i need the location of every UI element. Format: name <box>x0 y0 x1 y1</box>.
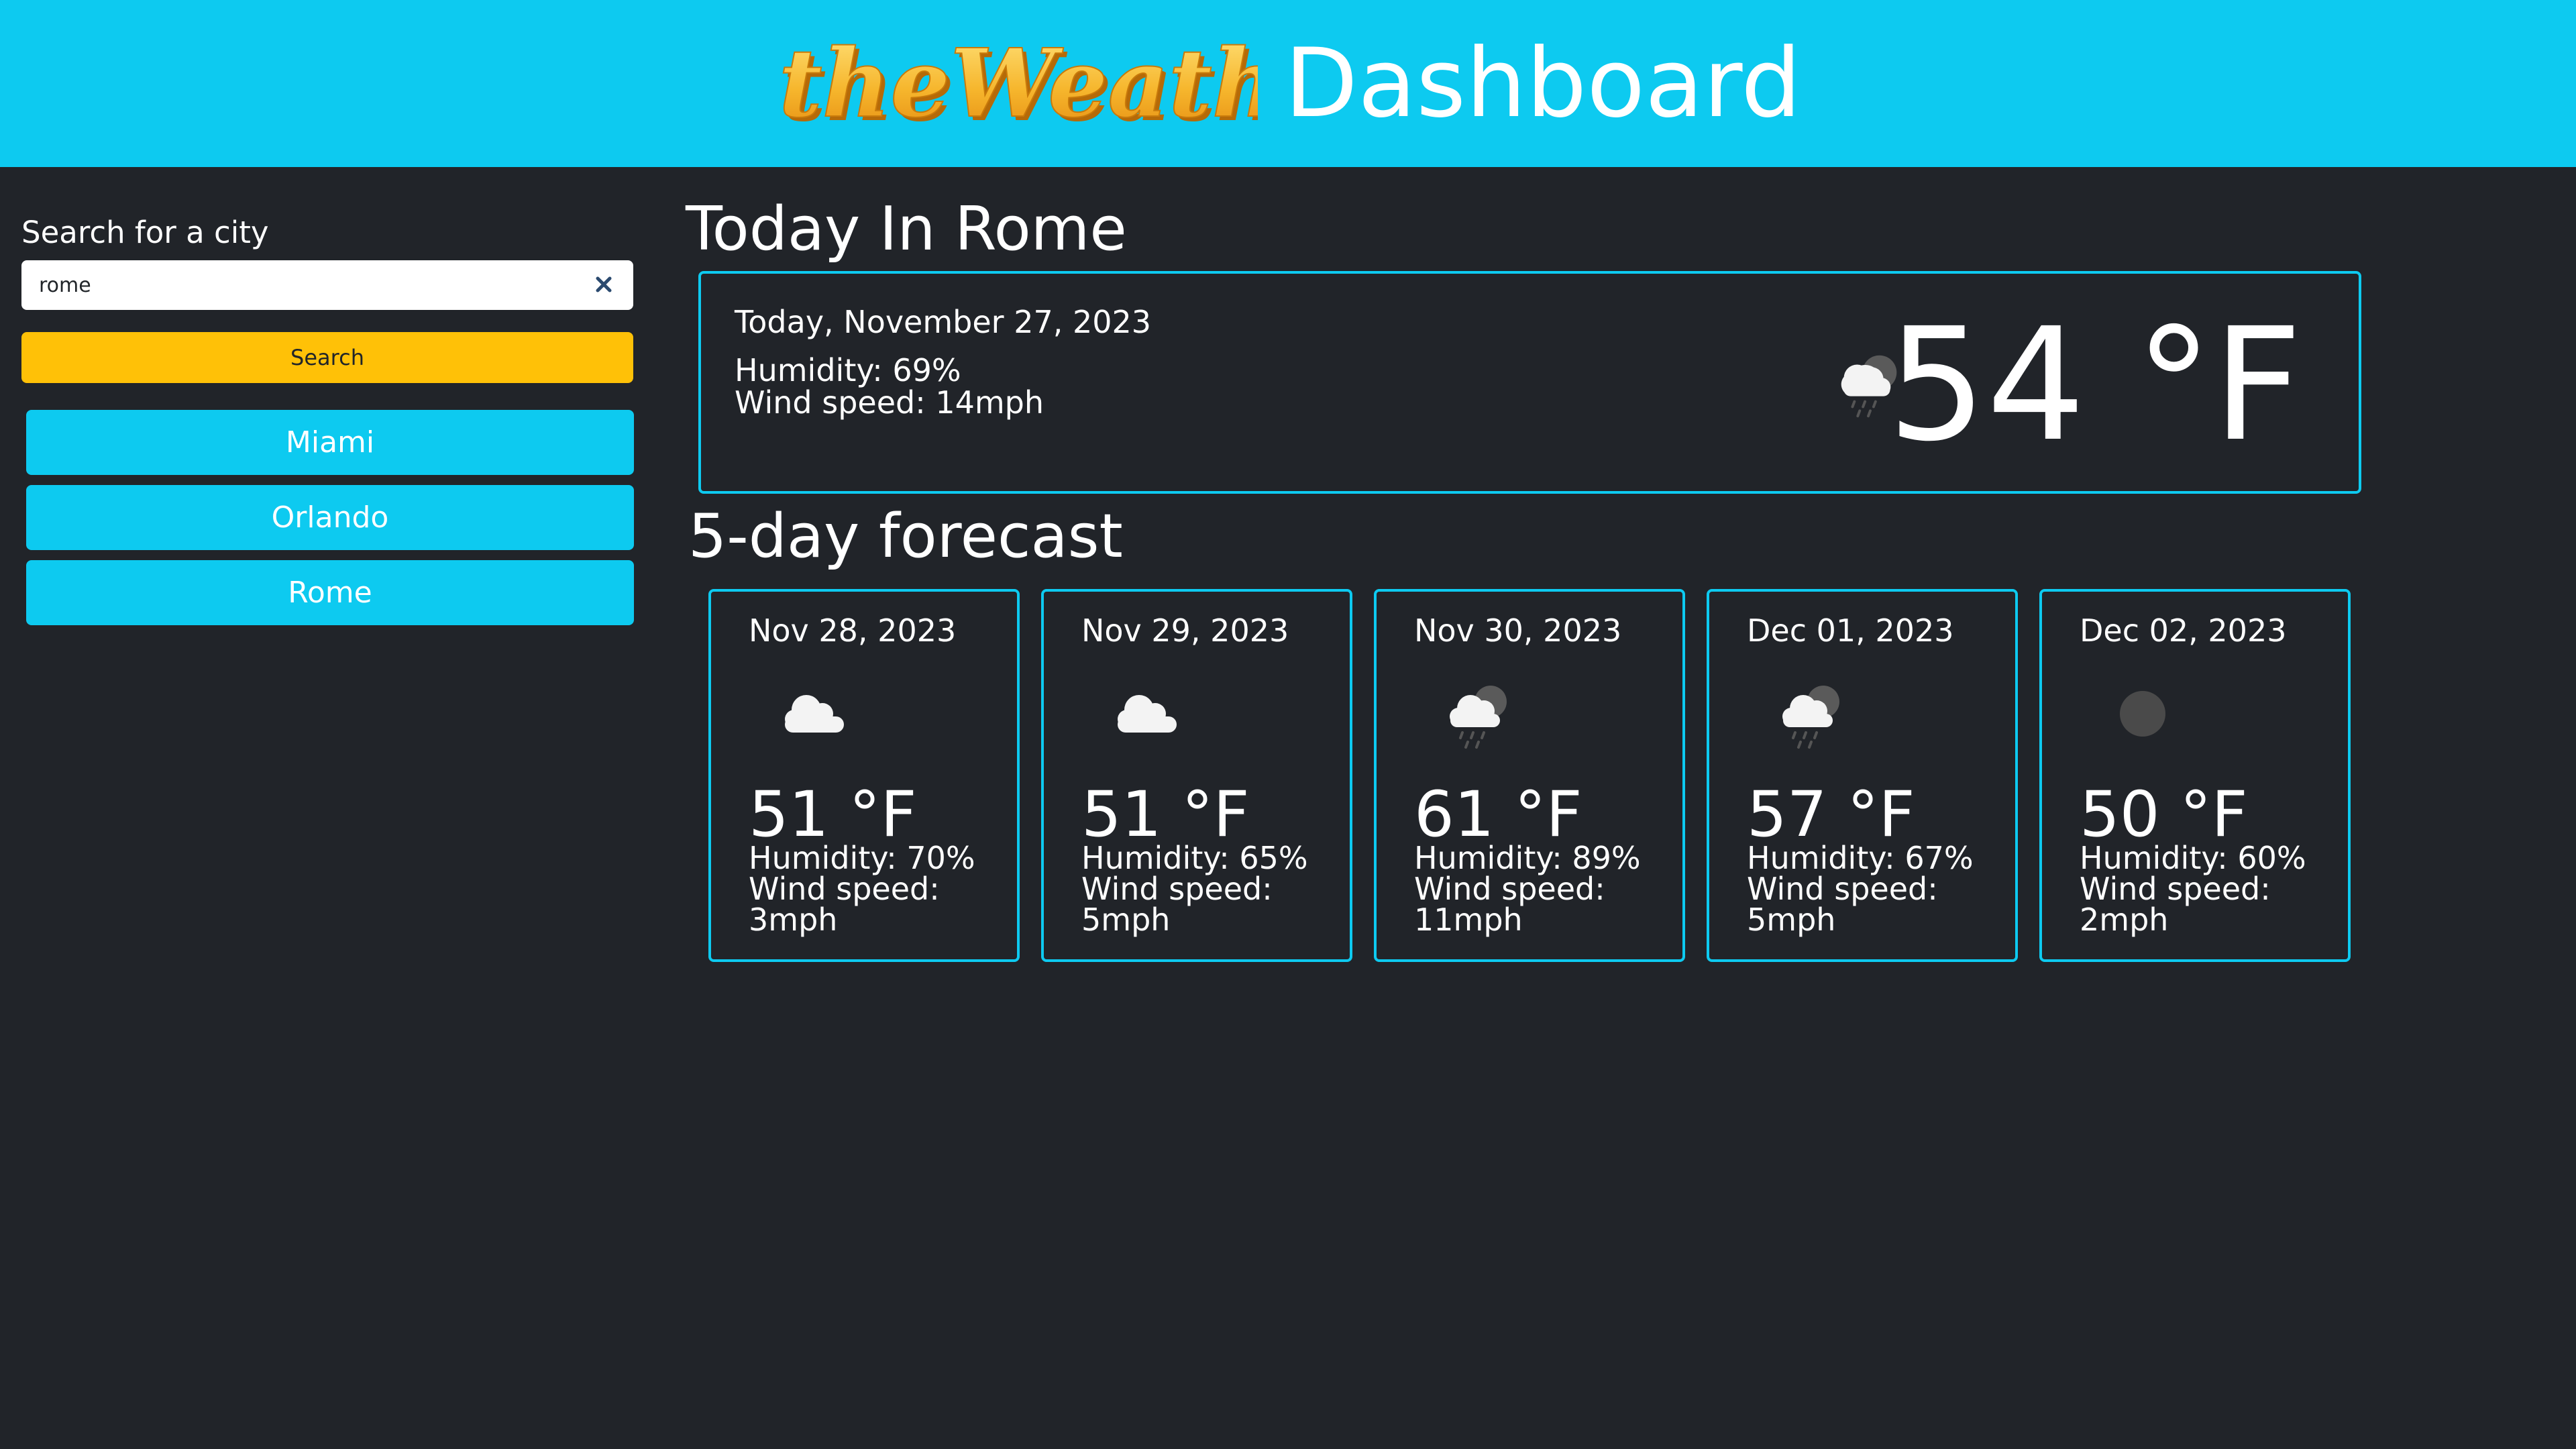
moon-icon <box>2120 691 2165 737</box>
logo-text-thew-weather: theWeather theWeather <box>778 30 1258 138</box>
clear-icon[interactable] <box>592 272 616 297</box>
forecast-wind-label: Wind speed: <box>1747 871 1938 907</box>
forecast-wind-label: Wind speed: <box>2080 871 2271 907</box>
today-date: Today, November 27, 2023 <box>735 304 1152 340</box>
search-input[interactable] <box>21 260 633 310</box>
today-wind: Wind speed: 14mph <box>735 384 1044 421</box>
brand: theWeather theWeather Dashboard <box>775 30 1801 138</box>
forecast-wind-label: Wind speed: <box>1081 871 1273 907</box>
close-icon <box>596 276 612 292</box>
today-heading: Today In Rome <box>686 194 1127 264</box>
forecast-wind-value: 2mph <box>2080 902 2169 938</box>
forecast-card: Nov 30, 2023 61 °F Humidity: 89% Wind sp… <box>1374 589 1685 962</box>
forecast-wind-label: Wind speed: <box>749 871 940 907</box>
forecast-humidity: Humidity: 65% <box>1081 840 1308 876</box>
page-title: Dashboard <box>1284 28 1802 139</box>
cloud-icon <box>785 695 844 733</box>
logo-main: theWeather <box>779 30 1258 138</box>
forecast-date: Dec 01, 2023 <box>1747 612 1954 649</box>
today-temperature: 54 °F <box>1887 294 2302 476</box>
forecast-card: Dec 02, 2023 50 °F Humidity: 60% Wind sp… <box>2039 589 2351 962</box>
search-button[interactable]: Search <box>21 332 633 383</box>
forecast-heading: 5-day forecast <box>688 501 1123 572</box>
forecast-humidity: Humidity: 60% <box>2080 840 2306 876</box>
history-button-rome[interactable]: Rome <box>26 560 634 625</box>
forecast-date: Nov 28, 2023 <box>749 612 957 649</box>
forecast-humidity: Humidity: 70% <box>749 840 975 876</box>
search-label: Search for a city <box>21 215 269 250</box>
forecast-wind-value: 3mph <box>749 902 838 938</box>
forecast-humidity: Humidity: 67% <box>1747 840 1974 876</box>
forecast-list: Nov 28, 2023 51 °F Humidity: 70% Wind sp… <box>708 589 2351 962</box>
forecast-card: Nov 29, 2023 51 °F Humidity: 65% Wind sp… <box>1041 589 1352 962</box>
search-history: Miami Orlando Rome <box>21 410 634 625</box>
history-button-miami[interactable]: Miami <box>26 410 634 475</box>
forecast-wind-value: 5mph <box>1081 902 1171 938</box>
cloud-icon <box>1118 695 1177 733</box>
cloud-rain-night-icon <box>1782 686 1839 749</box>
forecast-wind-value: 11mph <box>1414 902 1523 938</box>
forecast-date: Nov 29, 2023 <box>1081 612 1289 649</box>
forecast-wind-label: Wind speed: <box>1414 871 1605 907</box>
forecast-card: Nov 28, 2023 51 °F Humidity: 70% Wind sp… <box>708 589 1020 962</box>
forecast-wind-value: 5mph <box>1747 902 1836 938</box>
search-field <box>21 260 633 310</box>
header-bar: theWeather theWeather Dashboard <box>0 0 2576 167</box>
sidebar: Search for a city Search Miami Orlando R… <box>21 212 634 635</box>
forecast-date: Dec 02, 2023 <box>2080 612 2287 649</box>
forecast-humidity: Humidity: 89% <box>1414 840 1641 876</box>
forecast-date: Nov 30, 2023 <box>1414 612 1622 649</box>
cloud-rain-night-icon <box>1450 686 1507 749</box>
today-humidity: Humidity: 69% <box>735 352 961 388</box>
history-button-orlando[interactable]: Orlando <box>26 485 634 550</box>
today-card: Today, November 27, 2023 Humidity: 69% W… <box>698 271 2361 494</box>
forecast-card: Dec 01, 2023 57 °F Humidity: 67% Wind sp… <box>1707 589 2018 962</box>
